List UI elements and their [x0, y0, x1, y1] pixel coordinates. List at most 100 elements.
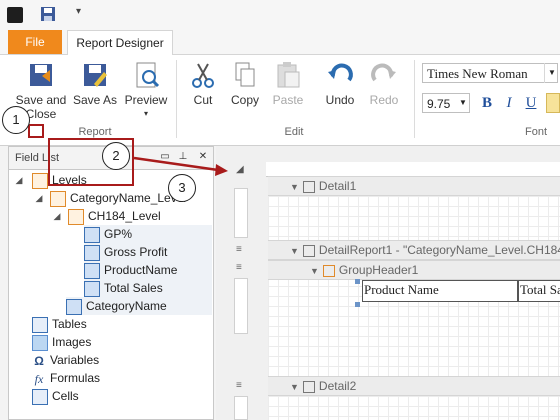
copy-icon: [235, 62, 255, 87]
collapse-icon[interactable]: ◢: [52, 207, 62, 225]
tree-item-total-sales[interactable]: Total Sales: [84, 279, 212, 297]
tree-item-gp-pct[interactable]: GP%: [84, 225, 212, 243]
paste-button[interactable]: Paste: [268, 60, 308, 107]
function-icon: fx: [34, 371, 44, 386]
save-as-icon: [84, 64, 107, 87]
chevron-down-icon[interactable]: ▼: [456, 93, 470, 113]
copy-label: Copy: [230, 93, 259, 107]
table-cell-total-sales[interactable]: Total Sales: [518, 280, 560, 302]
font-name-select[interactable]: Times New Roman: [422, 63, 558, 83]
ribbon-separator: [414, 60, 415, 138]
table-icon: [32, 316, 48, 333]
undo-icon: [328, 63, 353, 82]
tree-item-tables[interactable]: Tables: [32, 315, 87, 333]
bold-button[interactable]: B: [478, 93, 496, 113]
save-as-button[interactable]: Save As: [72, 60, 118, 107]
callout-3: 3: [168, 174, 196, 202]
tree-item-ch184-level[interactable]: CH184_Level: [68, 207, 161, 225]
tree-item-label: Images: [52, 335, 92, 349]
selection-handle[interactable]: [355, 279, 360, 284]
band-label: GroupHeader1: [338, 263, 419, 277]
band-label: Detail2: [318, 379, 357, 393]
preview-dropdown-icon: ▾: [143, 109, 148, 118]
band-handle-icon[interactable]: ≡: [236, 380, 242, 391]
tab-file[interactable]: File: [8, 30, 62, 54]
paste-label: Paste: [272, 93, 304, 107]
cut-label: Cut: [193, 93, 213, 107]
save-and-close-icon: [30, 64, 52, 86]
app-icon[interactable]: [7, 7, 23, 23]
collapse-icon[interactable]: ▼: [290, 382, 299, 392]
collapse-icon[interactable]: ▼: [290, 246, 299, 256]
save-as-label: Save As: [72, 93, 118, 107]
tree-item-images[interactable]: Images: [32, 333, 91, 351]
collapse-icon[interactable]: ▼: [290, 182, 299, 192]
title-bar: [0, 0, 560, 30]
ruler-corner-icon: ◢: [236, 164, 244, 175]
band-group-header1[interactable]: ▼ GroupHeader1: [268, 260, 560, 280]
save-icon[interactable]: [40, 6, 56, 22]
tree-item-label: Tables: [52, 317, 87, 331]
image-icon: [32, 334, 48, 351]
callout-2: 2: [102, 142, 130, 170]
tree-item-productname[interactable]: ProductName: [84, 261, 212, 279]
tree-item-label: CategoryName: [86, 299, 167, 313]
tree-item-label: Total Sales: [104, 281, 163, 295]
align-left-icon[interactable]: [546, 93, 560, 113]
redo-icon: [371, 63, 396, 82]
band-label: Detail1: [318, 179, 357, 193]
tree-item-label: Gross Profit: [104, 245, 168, 259]
band-label: DetailReport1 - "CategoryName_Level.CH18…: [318, 243, 560, 257]
undo-button[interactable]: Undo: [320, 60, 360, 107]
italic-button[interactable]: I: [500, 93, 518, 113]
field-icon: [84, 280, 100, 297]
tree-item-label: Cells: [52, 389, 79, 403]
tree-item-categoryname[interactable]: CategoryName: [66, 297, 212, 315]
level-icon: [68, 208, 84, 225]
table-cell-product-name[interactable]: Product Name: [362, 280, 518, 302]
group-label-report: Report: [78, 126, 112, 138]
undo-label: Undo: [325, 93, 355, 107]
vertical-ruler: [234, 396, 248, 420]
band-icon: [302, 244, 315, 257]
underline-button[interactable]: U: [522, 93, 540, 113]
collapse-icon[interactable]: ▼: [310, 266, 319, 276]
group-label-edit: Edit: [284, 126, 304, 138]
annotation-box-1: [28, 124, 44, 138]
callout-1: 1: [2, 106, 30, 134]
omega-icon: Ω: [34, 353, 44, 368]
tab-report-designer[interactable]: Report Designer: [67, 30, 173, 55]
tree-item-label: Formulas: [50, 371, 101, 385]
vertical-ruler: [234, 188, 248, 238]
qat-customize-icon[interactable]: ▾: [76, 6, 81, 17]
paste-icon: [277, 62, 300, 88]
tree-item-gross-profit[interactable]: Gross Profit: [84, 243, 212, 261]
band-handle-icon[interactable]: ≡: [236, 244, 242, 255]
selection-handle[interactable]: [355, 302, 360, 307]
collapse-icon[interactable]: ◢: [34, 189, 44, 207]
levels-icon: [32, 172, 48, 189]
cut-button[interactable]: Cut: [184, 60, 222, 107]
level-icon: [50, 190, 66, 207]
collapse-icon[interactable]: ◢: [14, 171, 24, 189]
tree-item-cells[interactable]: Cells: [32, 387, 79, 405]
preview-button[interactable]: Preview ▾: [124, 60, 168, 121]
tree-item-variables[interactable]: Ω Variables: [32, 351, 99, 369]
band-detail-report1[interactable]: ▼ DetailReport1 - "CategoryName_Level.CH1…: [268, 240, 560, 260]
horizontal-ruler: [266, 162, 560, 177]
band-detail1[interactable]: ▼ Detail1: [268, 176, 560, 196]
band-detail2[interactable]: ▼ Detail2: [268, 376, 560, 396]
band-icon: [302, 180, 315, 193]
tree-item-formulas[interactable]: fx Formulas: [32, 369, 100, 387]
group-label-font: Font: [524, 126, 547, 138]
redo-button[interactable]: Redo: [364, 60, 404, 107]
preview-icon: [136, 62, 160, 88]
redo-label: Redo: [369, 93, 399, 107]
vertical-ruler: [234, 278, 248, 334]
preview-label: Preview: [124, 93, 168, 107]
band-handle-icon[interactable]: ≡: [236, 262, 242, 273]
chevron-down-icon[interactable]: ▼: [544, 63, 559, 83]
group-header-icon: [322, 264, 335, 277]
copy-button[interactable]: Copy: [226, 60, 264, 107]
tree-item-categoryname-level[interactable]: CategoryName_Level: [50, 189, 186, 207]
